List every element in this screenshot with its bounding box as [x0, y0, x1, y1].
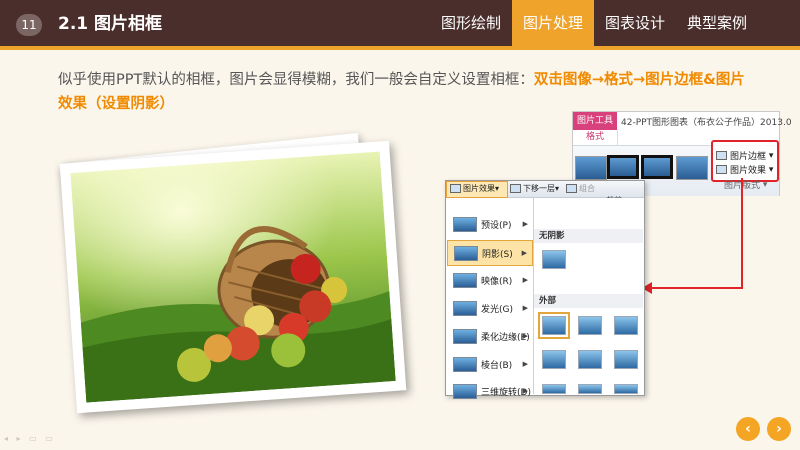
slide-number: 11: [16, 14, 42, 36]
group-label: 组合: [579, 184, 595, 193]
shadow-submenu: 无阴影 外部: [534, 198, 643, 394]
tab-typical-cases[interactable]: 典型案例: [676, 0, 758, 46]
apple-basket-photo[interactable]: [59, 140, 407, 414]
outer-shadow-heading: 外部: [534, 294, 643, 308]
chevron-right-icon: ▶: [522, 360, 528, 368]
picture-effects-button[interactable]: 图片效果 ▾: [716, 163, 773, 176]
picture-effects-menu: 图片效果 ▾ 下移一层 ▾ 组合 窗格 旋转 ▾ 裁剪 排列 预设(P) ▶ 阴…: [445, 180, 645, 399]
picture-style-thumb[interactable]: [575, 156, 607, 180]
shadow-preset[interactable]: [614, 316, 638, 335]
nav-tabs: 图形绘制 图片处理 图表设计 典型案例: [430, 0, 758, 46]
menu-item-label: 棱台(B): [481, 360, 513, 371]
slide-title: 2.1 图片相框: [58, 14, 163, 34]
next-slide-button[interactable]: ›: [767, 417, 791, 441]
shadow-preset[interactable]: [538, 312, 570, 339]
picture-style-thumb[interactable]: [641, 155, 673, 179]
callout-arrow-line: [741, 178, 743, 288]
menu-item-3d-rotation[interactable]: 三维旋转(D) ▶: [447, 380, 533, 402]
shadow-preset[interactable]: [614, 350, 638, 369]
picture-border-button[interactable]: 图片边框 ▾: [716, 149, 773, 162]
chevron-down-icon: ▾: [760, 179, 768, 190]
dropdown-label: 图片效果: [463, 184, 495, 193]
chevron-right-icon: ▶: [521, 249, 527, 257]
shadow-icon: [454, 245, 478, 261]
picture-style-thumb[interactable]: [676, 156, 708, 180]
chevron-right-icon: ▶: [522, 220, 528, 228]
effects-icon: [716, 165, 727, 174]
prev-slide-button[interactable]: ‹: [736, 417, 760, 441]
picture-style-thumb[interactable]: [607, 155, 639, 179]
picture-tools-label: 图片工具: [573, 112, 617, 130]
reflection-icon: [453, 272, 477, 288]
menu-item-label: 发光(G): [481, 304, 513, 315]
menu-item-soft-edges[interactable]: 柔化边缘(E) ▶: [447, 324, 533, 348]
picture-effects-label: 图片效果: [730, 166, 767, 176]
shadow-preset[interactable]: [578, 350, 602, 369]
shadow-preset[interactable]: [578, 316, 602, 335]
bevel-icon: [453, 356, 477, 372]
menu-item-label: 映像(R): [481, 276, 513, 287]
send-backward-icon: [510, 184, 521, 193]
chevron-down-icon: ▾: [495, 184, 500, 193]
chevron-right-icon: ▶: [522, 276, 528, 284]
group-button[interactable]: 组合: [566, 183, 595, 194]
title-bar-accent-line: [0, 46, 800, 50]
shadow-preset[interactable]: [578, 384, 602, 394]
menu-item-reflection[interactable]: 映像(R) ▶: [447, 268, 533, 292]
description-body: 似乎使用PPT默认的相框，图片会显得模糊，我们一般会自定义设置相框：: [58, 72, 534, 88]
tab-chart-design[interactable]: 图表设计: [594, 0, 676, 46]
menu-item-label: 预设(P): [481, 220, 512, 231]
tab-graphic-drawing[interactable]: 图形绘制: [430, 0, 512, 46]
chevron-right-icon: ▶: [522, 387, 528, 395]
preset-icon: [453, 216, 477, 232]
menu-item-bevel[interactable]: 棱台(B) ▶: [447, 352, 533, 376]
description-text: 似乎使用PPT默认的相框，图片会显得模糊，我们一般会自定义设置相框：双击图像→格…: [58, 68, 758, 116]
send-backward-label: 下移一层: [523, 184, 555, 193]
soft-edges-icon: [453, 328, 477, 344]
group-icon: [566, 184, 577, 193]
slideshow-toolbar[interactable]: ◂ ▸ ▭ ▭: [4, 434, 56, 443]
no-shadow-heading: 无阴影: [534, 229, 643, 243]
chevron-right-icon: ▶: [522, 332, 528, 340]
chevron-down-icon: ▾: [766, 150, 774, 161]
picture-layout-button[interactable]: 图片版式 ▾: [724, 178, 768, 192]
no-shadow-option[interactable]: [542, 250, 566, 269]
effects-list: 预设(P) ▶ 阴影(S) ▶ 映像(R) ▶ 发光(G) ▶ 柔化边缘(E) …: [447, 198, 534, 399]
menu-item-glow[interactable]: 发光(G) ▶: [447, 296, 533, 320]
chevron-down-icon: ▾: [766, 164, 774, 175]
apple-basket-image: [70, 151, 396, 403]
picture-border-label: 图片边框: [730, 152, 767, 162]
effects-icon: [450, 184, 461, 193]
document-title: 42-PPT图形图表（布衣公子作品）2013.0: [621, 118, 792, 128]
picture-effects-dropdown-label: 图片效果 ▾: [450, 183, 499, 194]
tab-format[interactable]: 格式: [573, 130, 618, 145]
chevron-right-icon: ▶: [522, 304, 528, 312]
callout-arrow-line: [650, 287, 743, 289]
shadow-preset[interactable]: [542, 350, 566, 369]
menu-item-preset[interactable]: 预设(P) ▶: [447, 212, 533, 236]
menu-item-shadow[interactable]: 阴影(S) ▶: [447, 240, 533, 266]
tab-image-processing[interactable]: 图片处理: [511, 0, 594, 46]
menu-item-label: 阴影(S): [482, 249, 513, 260]
shadow-preset[interactable]: [542, 384, 566, 394]
title-bar: 11 2.1 图片相框 图形绘制 图片处理 图表设计 典型案例: [0, 0, 800, 50]
send-backward-button[interactable]: 下移一层 ▾: [510, 183, 559, 194]
3d-rotation-icon: [453, 383, 477, 399]
glow-icon: [453, 300, 477, 316]
shadow-preset[interactable]: [614, 384, 638, 394]
chevron-down-icon: ▾: [555, 184, 560, 193]
pencil-icon: [716, 151, 727, 160]
